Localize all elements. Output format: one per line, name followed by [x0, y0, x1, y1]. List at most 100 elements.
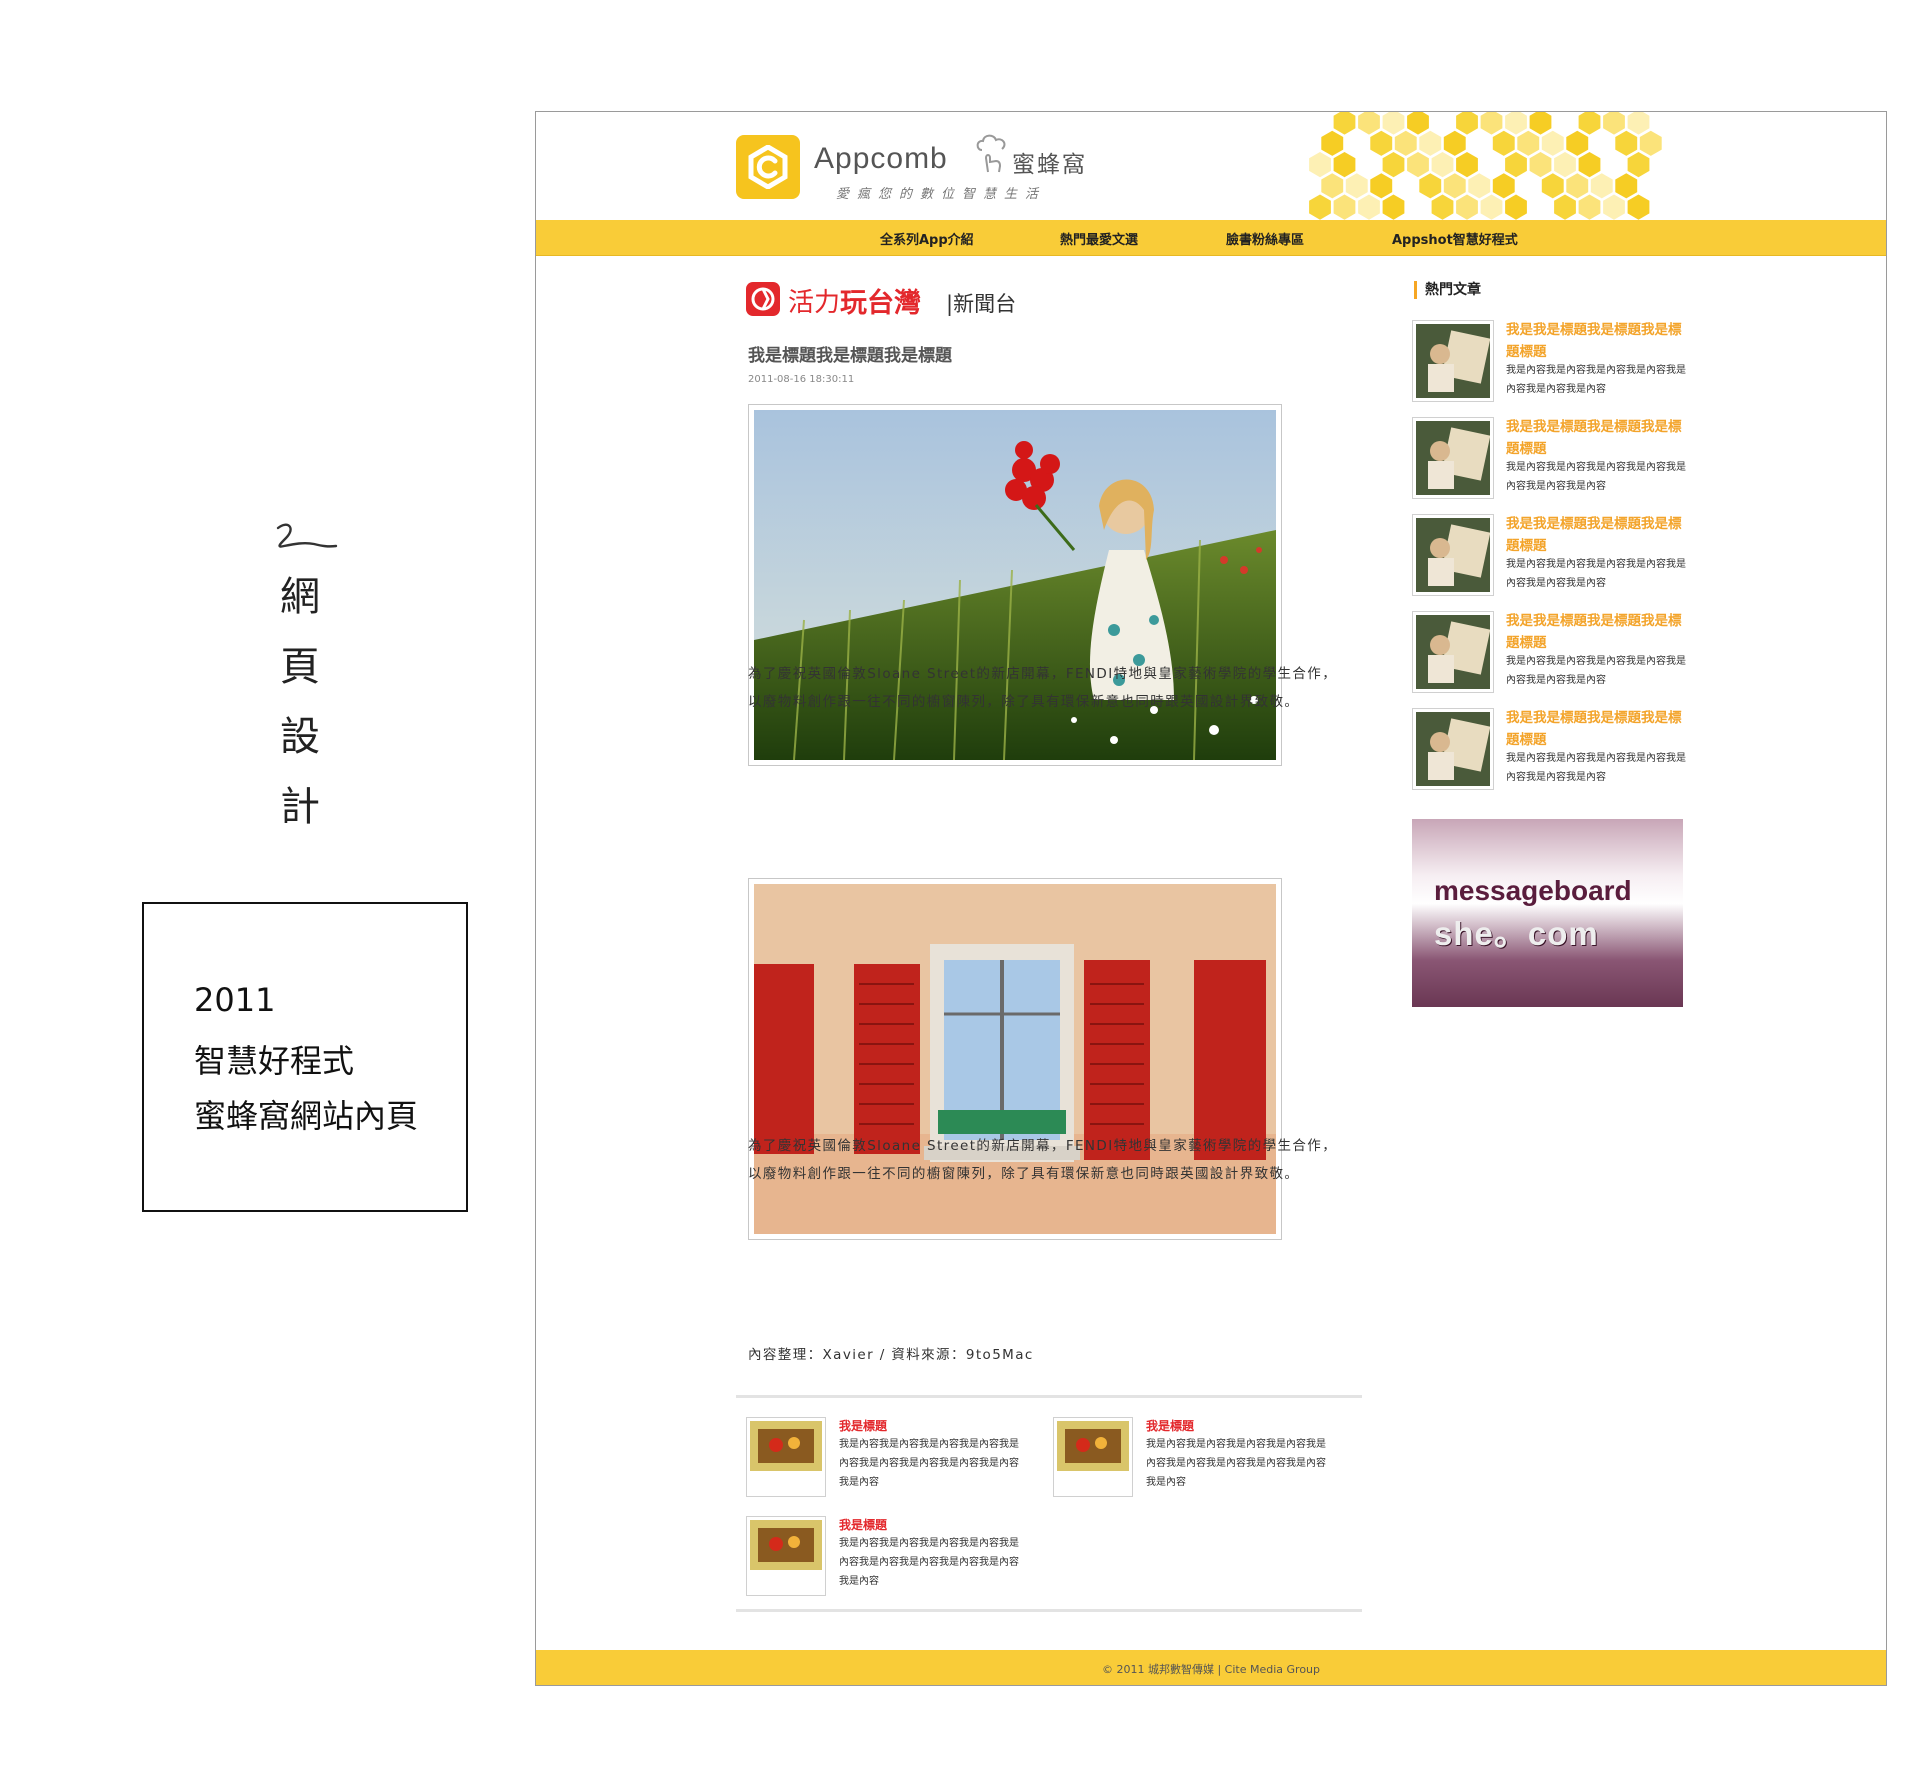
honeycomb-cell — [1517, 130, 1540, 156]
sidebar-article[interactable]: 我是我是標題我是標題我是標題標題 我是內容我是內容我是內容我是內容我是內容我是內… — [1412, 514, 1692, 598]
banner-line-1: messageboard — [1434, 875, 1632, 906]
sidebar-article-title[interactable]: 我是我是標題我是標題我是標題標題 — [1506, 416, 1686, 460]
article-credit: 內容整理：Xavier / 資料來源：9to5Mac — [748, 1347, 1034, 1363]
honeycomb-cell — [1566, 173, 1589, 199]
honeycomb-cell — [1554, 194, 1576, 220]
sidebar-article[interactable]: 我是我是標題我是標題我是標題標題 我是內容我是內容我是內容我是內容我是內容我是內… — [1412, 320, 1692, 404]
site-footer: © 2011 城邦數智傳媒 | Cite Media Group — [536, 1650, 1886, 1685]
honeycomb-cell — [1309, 194, 1331, 220]
sidebar-article-title[interactable]: 我是我是標題我是標題我是標題標題 — [1506, 513, 1686, 557]
sidebar-article[interactable]: 我是我是標題我是標題我是標題標題 我是內容我是內容我是內容我是內容我是內容我是內… — [1412, 611, 1692, 695]
honeycomb-cell — [1407, 112, 1429, 135]
project-name: 蜜蜂窩網站內頁 — [194, 1097, 419, 1135]
honeycomb-cell — [1456, 152, 1478, 178]
logo-wordmark[interactable]: Appcomb — [814, 142, 948, 176]
honeycomb-cell — [1590, 173, 1613, 199]
honeycomb-cell — [1627, 194, 1650, 220]
sidebar-thumbnail[interactable] — [1412, 611, 1494, 693]
honeycomb-cell — [1505, 152, 1527, 178]
honeycomb-cell — [1492, 173, 1515, 199]
honeycomb-cell — [1627, 152, 1650, 178]
nav-item-popular[interactable]: 熱門最愛文選 — [1060, 229, 1138, 248]
related-thumbnail[interactable] — [1053, 1417, 1133, 1497]
honeycomb-cell — [1541, 130, 1564, 156]
related-item[interactable]: 我是標題 我是內容我是內容我是內容我是內容我是內容我是內容我是內容我是內容我是內… — [746, 1417, 1046, 1499]
nav-item-facebook[interactable]: 臉書粉絲專區 — [1226, 229, 1304, 248]
honeycomb-cell — [1358, 112, 1380, 135]
channel-section: |新聞台 — [946, 292, 1017, 316]
honeycomb-cell — [1431, 194, 1454, 220]
vertical-char: 頁 — [280, 644, 320, 690]
honeycomb-cell — [1309, 152, 1331, 178]
honeycomb-decoration — [1309, 112, 1662, 220]
site-header: Appcomb 蜜蜂窩 愛瘋您的數位智慧生活 — [536, 112, 1886, 220]
sidebar-article[interactable]: 我是我是標題我是標題我是標題標題 我是內容我是內容我是內容我是內容我是內容我是內… — [1412, 708, 1692, 792]
sidebar-thumbnail[interactable] — [1412, 708, 1494, 790]
honeycomb-cell — [1333, 194, 1356, 220]
honeycomb-cell — [1480, 112, 1503, 135]
related-title[interactable]: 我是標題 — [839, 1516, 887, 1533]
honeycomb-cell — [1443, 173, 1466, 199]
related-item[interactable]: 我是標題 我是內容我是內容我是內容我是內容我是內容我是內容我是內容我是內容我是內… — [1053, 1417, 1353, 1499]
honeycomb-cell — [1578, 112, 1601, 135]
article-date: 2011-08-16 18:30:11 — [748, 374, 855, 385]
vertical-title: 網 頁 設 計 — [270, 520, 338, 842]
honeycomb-cell — [1541, 173, 1564, 199]
logo-tagline: 愛瘋您的數位智慧生活 — [836, 187, 1047, 202]
honeycomb-cell — [1456, 112, 1478, 135]
related-body: 我是內容我是內容我是內容我是內容我是內容我是內容我是內容我是內容我是內容我是內容 — [1146, 1439, 1326, 1488]
channel-logo-icon — [746, 282, 780, 316]
honeycomb-cell — [1554, 152, 1576, 178]
related-title[interactable]: 我是標題 — [1146, 1417, 1194, 1434]
website-mockup: Appcomb 蜜蜂窩 愛瘋您的數位智慧生活 全系列App介紹 熱門最愛文選 臉… — [535, 111, 1887, 1686]
sidebar-thumbnail[interactable] — [1412, 320, 1494, 402]
number-two-mark — [276, 523, 338, 548]
related-thumbnail[interactable] — [746, 1516, 826, 1596]
vertical-char: 網 — [280, 574, 320, 620]
article-paragraph-2: 為了慶祝英國倫敦Sloane Street的新店開幕，FENDI特地與皇家藝術學… — [748, 1138, 1338, 1182]
nav-item-appshot[interactable]: Appshot智慧好程式 — [1392, 229, 1518, 248]
vertical-char: 設 — [280, 714, 320, 760]
honeycomb-cell — [1480, 194, 1503, 220]
appcomb-logo-icon[interactable] — [736, 135, 800, 199]
project-info-box: 2011 智慧好程式 蜜蜂窩網站內頁 — [142, 902, 468, 1212]
banner-line-2: she。com — [1434, 915, 1599, 952]
honeycomb-cell — [1578, 152, 1601, 178]
sidebar-article-title[interactable]: 我是我是標題我是標題我是標題標題 — [1506, 319, 1686, 363]
sidebar-thumbnail[interactable] — [1412, 514, 1494, 596]
cloud-hand-icon — [976, 134, 1006, 173]
honeycomb-cell — [1419, 130, 1442, 156]
related-title[interactable]: 我是標題 — [839, 1417, 887, 1434]
sidebar-article-title[interactable]: 我是我是標題我是標題我是標題標題 — [1506, 610, 1686, 654]
sidebar-article-title[interactable]: 我是我是標題我是標題我是標題標題 — [1506, 707, 1686, 751]
project-year: 2011 — [194, 981, 276, 1019]
honeycomb-cell — [1333, 112, 1356, 135]
sidebar-thumbnail[interactable] — [1412, 417, 1494, 499]
honeycomb-cell — [1382, 112, 1405, 135]
honeycomb-cell — [1321, 173, 1344, 199]
honeycomb-cell — [1468, 173, 1491, 199]
honeycomb-cell — [1566, 130, 1589, 156]
sidebar-article-body: 我是內容我是內容我是內容我是內容我是內容我是內容我是內容 — [1506, 462, 1686, 492]
project-client: 智慧好程式 — [194, 1042, 355, 1080]
honeycomb-cell — [1431, 152, 1454, 178]
honeycomb-cell — [1639, 130, 1662, 156]
honeycomb-cell — [1627, 112, 1650, 135]
related-body: 我是內容我是內容我是內容我是內容我是內容我是內容我是內容我是內容我是內容我是內容 — [839, 1538, 1019, 1587]
honeycomb-cell — [1358, 194, 1380, 220]
related-item[interactable]: 我是標題 我是內容我是內容我是內容我是內容我是內容我是內容我是內容我是內容我是內… — [746, 1516, 1046, 1598]
footer-copyright: © 2011 城邦數智傳媒 | Cite Media Group — [1101, 1663, 1321, 1676]
honeycomb-cell — [1615, 130, 1638, 156]
related-thumbnail[interactable] — [746, 1417, 826, 1497]
honeycomb-cell — [1370, 130, 1393, 156]
nav-item-all-apps[interactable]: 全系列App介紹 — [880, 229, 974, 248]
honeycomb-cell — [1456, 194, 1478, 220]
messageboard-banner[interactable]: messageboard she。com — [1412, 819, 1683, 1007]
sidebar-article-body: 我是內容我是內容我是內容我是內容我是內容我是內容我是內容 — [1506, 559, 1686, 589]
honeycomb-cell — [1529, 152, 1552, 178]
sidebar-article-body: 我是內容我是內容我是內容我是內容我是內容我是內容我是內容 — [1506, 656, 1686, 686]
sidebar-article[interactable]: 我是我是標題我是標題我是標題標題 我是內容我是內容我是內容我是內容我是內容我是內… — [1412, 417, 1692, 501]
related-bottom-rule — [736, 1609, 1362, 1612]
honeycomb-cell — [1333, 152, 1356, 178]
honeycomb-cell — [1529, 112, 1552, 135]
